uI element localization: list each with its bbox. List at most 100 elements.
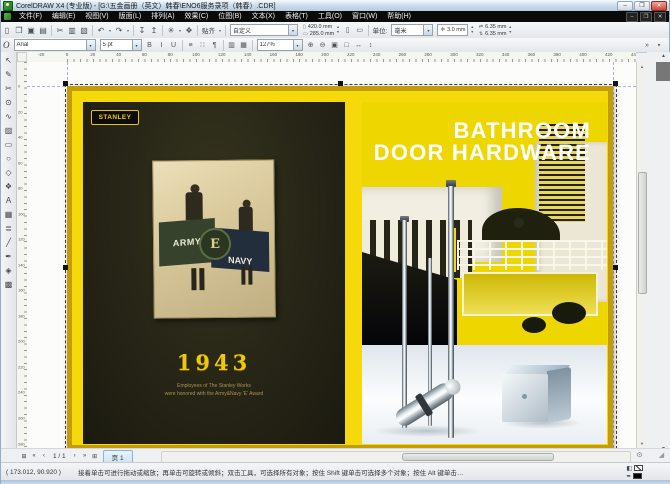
resize-grip-icon[interactable]: ◢ xyxy=(656,451,667,461)
blend-tool[interactable]: ≣ xyxy=(2,222,15,235)
zoom-page-button[interactable]: □ xyxy=(341,39,353,51)
zoom-out-button[interactable]: ⊖ xyxy=(317,39,329,51)
chevron-down-icon[interactable]: ▾ xyxy=(423,25,432,35)
landscape-orientation-button[interactable]: ▭ xyxy=(354,24,366,36)
chevron-down-icon[interactable]: ▾ xyxy=(217,28,223,33)
chevron-down-icon[interactable]: ▾ xyxy=(288,25,297,35)
interactive-fill-tool[interactable]: ▩ xyxy=(2,278,15,291)
redo-button[interactable]: ↷ xyxy=(113,24,125,36)
text-tool[interactable]: A xyxy=(2,194,15,207)
zoom-width-button[interactable]: ↔ xyxy=(353,39,365,51)
pick-tool[interactable]: ↖ xyxy=(2,54,15,67)
units-combo[interactable]: 毫米 ▾ xyxy=(391,24,433,36)
maximize-button[interactable]: ❐ xyxy=(634,1,650,11)
doc-close-button[interactable]: ✕ xyxy=(654,12,666,22)
open-button[interactable]: ❐ xyxy=(13,24,25,36)
selection-handle[interactable] xyxy=(613,81,618,86)
palette-scroll-up-icon[interactable]: ▲ xyxy=(661,53,666,59)
bold-button[interactable]: B xyxy=(144,39,156,51)
zoom-in-button[interactable]: ⊕ xyxy=(305,39,317,51)
menu-item[interactable]: 表格(T) xyxy=(280,11,313,22)
outline-pen-tool[interactable]: ✒ xyxy=(2,250,15,263)
ruler-origin-box[interactable] xyxy=(17,52,27,62)
nudge-field[interactable]: ✛3.0 mm xyxy=(437,24,468,36)
table-tool[interactable]: ▦ xyxy=(2,208,15,221)
page-tab[interactable]: 页 1 xyxy=(103,450,133,463)
chevron-down-icon[interactable]: ▾ xyxy=(293,40,302,50)
spin-down-icon[interactable]: ▼ xyxy=(336,30,339,35)
selection-handle[interactable] xyxy=(63,265,68,270)
import-button[interactable]: ↧ xyxy=(136,24,148,36)
underline-button[interactable]: U xyxy=(168,39,180,51)
freehand-tool[interactable]: ∿ xyxy=(2,110,15,123)
vertical-scroll-thumb[interactable] xyxy=(638,172,647,294)
selection-handle[interactable] xyxy=(613,265,618,270)
minimize-button[interactable]: – xyxy=(617,1,633,11)
snap-button[interactable]: 贴齐 xyxy=(202,25,215,35)
rectangle-tool[interactable]: ▭ xyxy=(2,138,15,151)
nudge-value[interactable]: 3.0 mm xyxy=(447,27,465,33)
doc-restore-button[interactable]: ❐ xyxy=(640,12,652,22)
duplicate-distance-fields[interactable]: ⇄6.35 mm ⇅6.35 mm xyxy=(479,24,507,37)
toolbar-options-button[interactable]: » xyxy=(641,39,653,51)
scroll-down-icon[interactable]: ▼ xyxy=(637,439,647,448)
menu-item[interactable]: 编辑(E) xyxy=(47,11,80,22)
duplicate-spinner[interactable]: ▲▼ xyxy=(509,25,512,35)
paste-button[interactable]: ▧ xyxy=(78,24,90,36)
zoom-level-combo[interactable]: 127% ▾ xyxy=(257,39,303,51)
add-page-button[interactable]: ⊞ xyxy=(19,451,29,462)
welcome-screen-button[interactable]: ❖ xyxy=(183,24,195,36)
new-button[interactable]: ▯ xyxy=(1,24,13,36)
basic-shapes-tool[interactable]: ❖ xyxy=(2,180,15,193)
last-page-button[interactable]: » xyxy=(80,451,90,462)
chevron-down-icon[interactable]: ▾ xyxy=(125,28,131,33)
app-launcher-button[interactable]: ✳ xyxy=(165,24,177,36)
duplicate-v-value[interactable]: 6.35 mm xyxy=(485,31,506,37)
drawing-canvas[interactable]: STANLEY ARMY NAVY E 1943 xyxy=(27,62,636,448)
cut-button[interactable]: ✂ xyxy=(54,24,66,36)
close-button[interactable]: ✕ xyxy=(651,1,667,11)
vertical-scrollbar[interactable]: ▲ ▼ xyxy=(636,62,646,448)
menu-item[interactable]: 窗口(W) xyxy=(347,11,382,22)
selection-handle[interactable] xyxy=(63,81,68,86)
text-frame-button[interactable]: ▦ xyxy=(238,39,250,51)
menu-item[interactable]: 排列(A) xyxy=(146,11,179,22)
menu-item[interactable]: 文件(F) xyxy=(14,11,47,22)
selection-handle[interactable] xyxy=(338,81,343,86)
smart-fill-tool[interactable]: ▨ xyxy=(2,124,15,137)
menu-item[interactable]: 文本(X) xyxy=(247,11,280,22)
next-page-button[interactable]: › xyxy=(70,451,80,462)
portrait-orientation-button[interactable]: ▯ xyxy=(342,24,354,36)
italic-button[interactable]: I xyxy=(156,39,168,51)
horizontal-scroll-thumb[interactable] xyxy=(402,453,554,461)
duplicate-h-value[interactable]: 6.35 mm xyxy=(485,24,506,30)
fill-tool[interactable]: ◈ xyxy=(2,264,15,277)
add-page-end-button[interactable]: ⊞ xyxy=(90,451,100,462)
chevron-down-icon[interactable]: ▾ xyxy=(86,40,95,50)
copy-button[interactable]: ▥ xyxy=(66,24,78,36)
zoom-selected-button[interactable]: ▣ xyxy=(329,39,341,51)
zoom-height-button[interactable]: ↕ xyxy=(365,39,377,51)
page-preset-combo[interactable]: 自定义 ▾ xyxy=(230,24,298,36)
shape-tool[interactable]: ✎ xyxy=(2,68,15,81)
scroll-up-icon[interactable]: ▲ xyxy=(637,62,647,71)
title-bar[interactable]: CorelDRAW X4 (专业版) - [G:\五金画册（英文）韩春\ENO6… xyxy=(1,0,669,11)
spin-down-icon[interactable]: ▼ xyxy=(509,30,512,35)
zoom-tool[interactable]: ⊙ xyxy=(2,96,15,109)
crop-tool[interactable]: ✂ xyxy=(2,82,15,95)
doc-minimize-button[interactable]: – xyxy=(626,12,638,22)
page-height-value[interactable]: 285.0 mm xyxy=(310,31,334,37)
undo-button[interactable]: ↶ xyxy=(95,24,107,36)
prev-page-button[interactable]: ‹ xyxy=(39,451,49,462)
alignment-button[interactable]: ≡ xyxy=(185,39,197,51)
menu-item[interactable]: 视图(V) xyxy=(80,11,113,22)
page-size-spinner[interactable]: ▲▼ xyxy=(336,25,339,35)
eyedropper-tool[interactable]: ╱ xyxy=(2,236,15,249)
menu-item[interactable]: 工具(O) xyxy=(313,11,347,22)
font-combo[interactable]: Arial ▾ xyxy=(14,39,96,51)
print-button[interactable]: ▤ xyxy=(37,24,49,36)
font-size-combo[interactable]: 5 pt ▾ xyxy=(100,39,142,51)
ellipse-tool[interactable]: ○ xyxy=(2,152,15,165)
drop-cap-button[interactable]: ¶ xyxy=(209,39,221,51)
export-button[interactable]: ↥ xyxy=(148,24,160,36)
